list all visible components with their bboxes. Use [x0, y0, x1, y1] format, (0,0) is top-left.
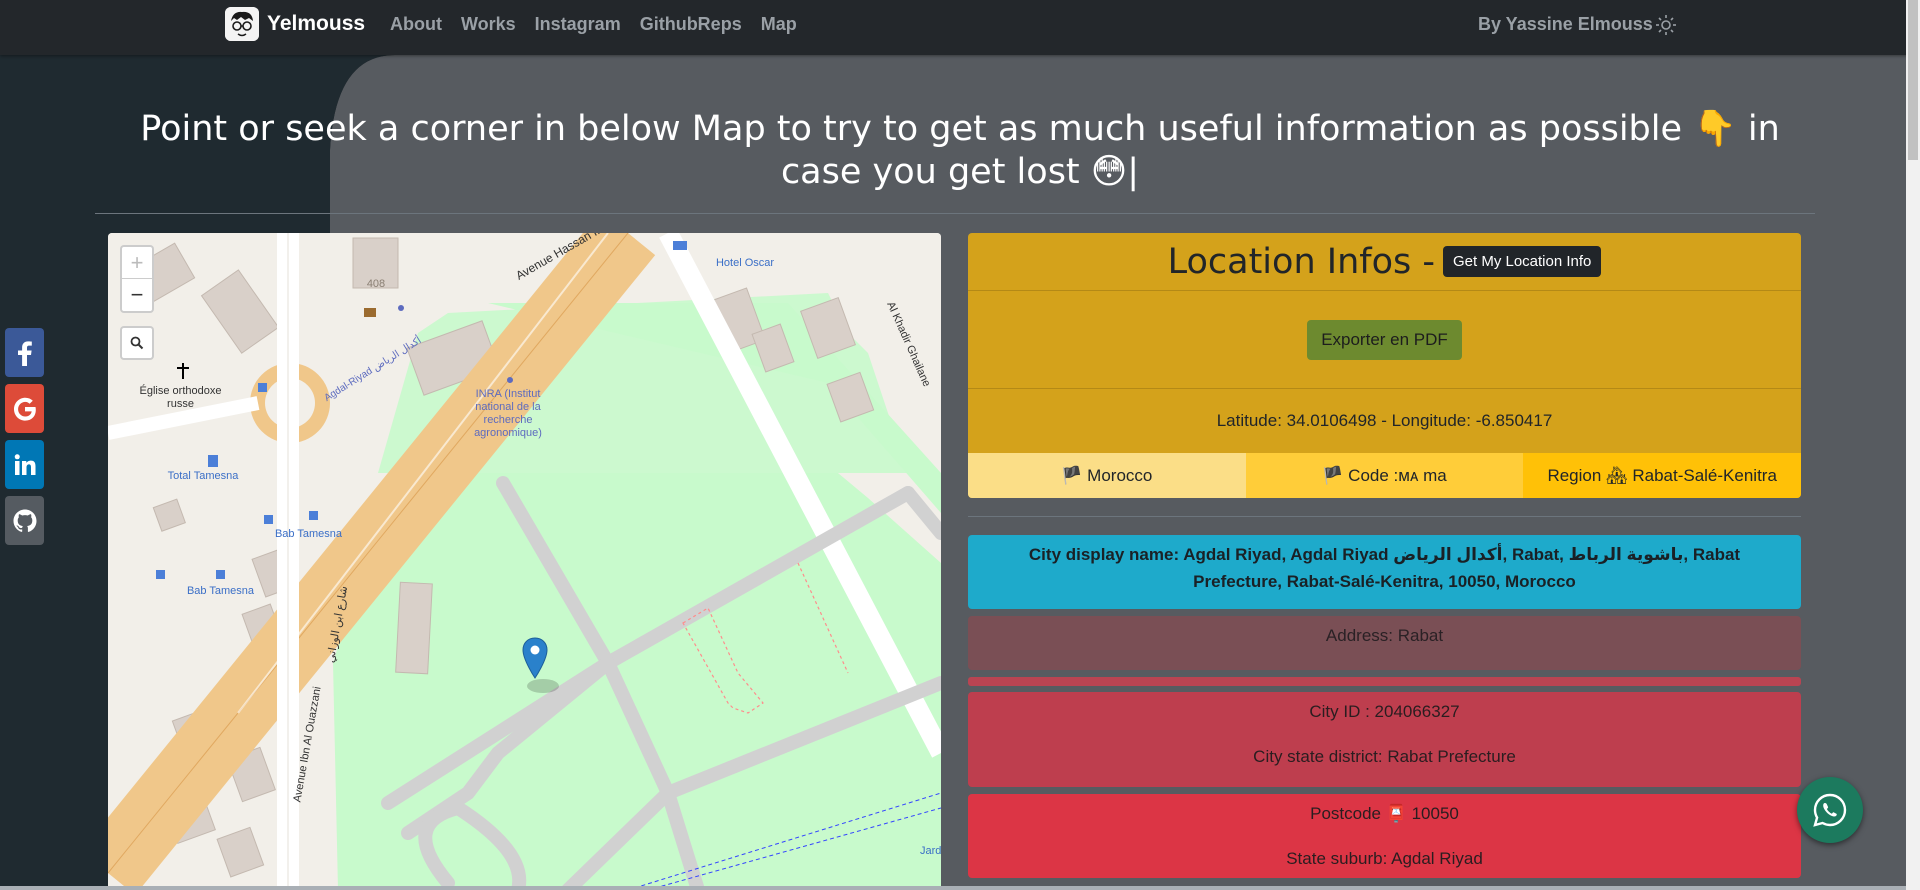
display-name-card: City display name: Agdal Riyad, Agdal Ri…	[968, 535, 1801, 609]
author-link[interactable]: By Yassine Elmouss	[1478, 14, 1653, 35]
location-card: Location Infos - Get My Location Info Ex…	[968, 233, 1801, 498]
city-info-card: City ID : 204066327 City state district:…	[968, 692, 1801, 787]
state-district-text: City state district: Rabat Prefecture	[1253, 747, 1516, 766]
map-label-jard: Jard	[920, 845, 941, 857]
brand-logo-icon	[225, 7, 259, 41]
postcode-text: Postcode 📮 10050	[1310, 804, 1459, 823]
zoom-control: + −	[120, 245, 154, 313]
export-pdf-button[interactable]: Exporter en PDF	[1307, 319, 1462, 360]
divider	[968, 516, 1801, 517]
zoom-out-button[interactable]: −	[122, 279, 152, 311]
postcode-card: Postcode 📮 10050 State suburb: Agdal Riy…	[968, 794, 1801, 878]
whatsapp-icon[interactable]	[1797, 777, 1863, 843]
map-label-408: 408	[366, 278, 386, 290]
nav-links: About Works Instagram GithubReps Map	[390, 14, 797, 35]
country-cell: 🏴 Morocco	[968, 453, 1246, 498]
nav-link-map[interactable]: Map	[761, 14, 797, 35]
brand-link[interactable]: Yelmouss	[225, 7, 365, 41]
card-separator	[968, 677, 1801, 686]
region-cell: Region 🏘 Rabat-Salé-Kenitra	[1523, 453, 1801, 498]
linkedin-icon[interactable]	[5, 440, 44, 489]
page-headline: Point or seek a corner in below Map to t…	[140, 109, 1780, 192]
get-location-button[interactable]: Get My Location Info	[1442, 246, 1602, 277]
brand-name: Yelmouss	[267, 12, 366, 35]
map-label-hotel-oscar: Hotel Oscar	[715, 257, 775, 269]
nav-link-about[interactable]: About	[390, 14, 442, 35]
facebook-icon[interactable]	[5, 328, 44, 377]
social-sidebar	[5, 328, 44, 545]
bottom-bar	[0, 886, 1920, 890]
address-card: Address: Rabat	[968, 616, 1801, 670]
map-label-total: Total Tamesna	[167, 470, 239, 482]
map[interactable]: + − Avenue Hassan II Hotel Oscar 408 Égl…	[108, 233, 941, 890]
google-icon[interactable]	[5, 384, 44, 433]
suburb-text: State suburb: Agdal Riyad	[1286, 849, 1483, 868]
nav-link-githubreps[interactable]: GithubReps	[640, 14, 742, 35]
map-tiles	[108, 233, 941, 890]
nav-link-works[interactable]: Works	[461, 14, 516, 35]
location-panel: Location Infos - Get My Location Info Ex…	[968, 233, 1801, 885]
map-label-eglise: Église orthodoxe russe	[139, 385, 222, 410]
location-grid: 🏴 Morocco 🏴 Code :ᴍᴀ ma Region 🏘 Rabat-S…	[968, 453, 1801, 498]
map-label-bab-tamesna-2: Bab Tamesna	[186, 585, 255, 597]
city-id-text: City ID : 204066327	[1309, 702, 1460, 721]
navbar: Yelmouss About Works Instagram GithubRep…	[0, 0, 1920, 55]
pdf-row: Exporter en PDF	[968, 291, 1801, 389]
lat-lon-text: Latitude: 34.0106498 - Longitude: -6.850…	[1216, 411, 1553, 430]
github-icon[interactable]	[5, 496, 44, 545]
divider	[95, 213, 1815, 214]
nav-link-instagram[interactable]: Instagram	[535, 14, 621, 35]
map-label-bab-tamesna-1: Bab Tamesna	[274, 528, 343, 540]
location-header: Location Infos - Get My Location Info	[968, 233, 1801, 291]
search-icon[interactable]	[120, 326, 154, 360]
location-title: Location Infos -	[1167, 241, 1435, 282]
map-label-inra: INRA (Institut national de la recherche …	[474, 388, 542, 439]
zoom-in-button[interactable]: +	[122, 247, 152, 279]
scrollbar-thumb[interactable]	[1908, 0, 1918, 160]
sun-icon[interactable]	[1655, 14, 1677, 36]
code-cell: 🏴 Code :ᴍᴀ ma	[1245, 453, 1524, 498]
